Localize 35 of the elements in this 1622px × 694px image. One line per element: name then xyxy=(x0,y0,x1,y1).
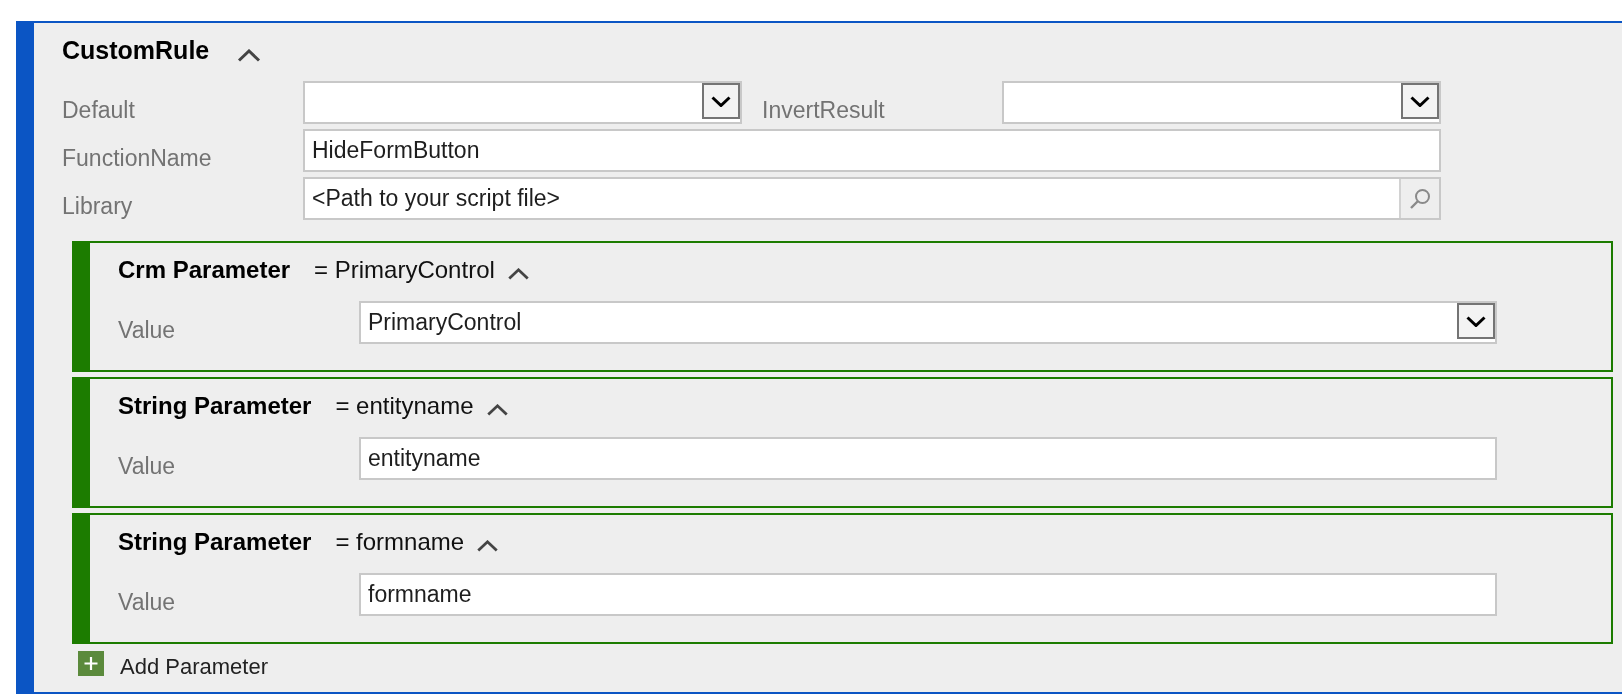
field-label: Value xyxy=(118,316,176,344)
field-label: FunctionName xyxy=(62,144,212,172)
search-button[interactable] xyxy=(1399,179,1439,218)
search-icon xyxy=(1409,187,1431,210)
lookup-field[interactable]: <Path to your script file> xyxy=(303,177,1441,220)
dropdown-button[interactable] xyxy=(1401,83,1439,119)
chevron-icon[interactable] xyxy=(506,268,530,280)
dropdown-button[interactable] xyxy=(1457,303,1495,339)
field-label: Library xyxy=(62,192,133,220)
parameter-summary: = formname xyxy=(335,527,465,557)
dropdown-field[interactable] xyxy=(303,81,742,124)
field-label: Value xyxy=(118,588,176,616)
parameter-summary: = entityname xyxy=(335,391,474,421)
text-field[interactable]: formname xyxy=(359,573,1497,616)
chevron-down-icon xyxy=(1466,315,1486,327)
add-parameter-button[interactable]: Add Parameter xyxy=(78,651,268,680)
parameter-type: String Parameter xyxy=(118,527,312,557)
field-label: Value xyxy=(118,452,176,480)
chevron-icon[interactable] xyxy=(485,404,509,416)
field-label: Default xyxy=(62,96,135,124)
dropdown-button[interactable] xyxy=(702,83,740,119)
rule-title: CustomRule xyxy=(62,35,210,65)
chevron-down-icon xyxy=(1410,95,1430,107)
dropdown-field[interactable] xyxy=(1002,81,1441,124)
parameter-summary: = PrimaryControl xyxy=(314,255,495,285)
field-label: InvertResult xyxy=(762,96,885,124)
chevron-icon[interactable] xyxy=(237,48,262,62)
text-field[interactable]: entityname xyxy=(359,437,1497,480)
text-field[interactable]: HideFormButton xyxy=(303,129,1441,172)
chevron-down-icon xyxy=(711,95,731,107)
plus-icon xyxy=(78,651,104,676)
parameter-type: String Parameter xyxy=(118,391,312,421)
chevron-icon[interactable] xyxy=(476,540,500,552)
parameter-type: Crm Parameter xyxy=(118,255,291,285)
dropdown-field[interactable]: PrimaryControl xyxy=(359,301,1497,344)
